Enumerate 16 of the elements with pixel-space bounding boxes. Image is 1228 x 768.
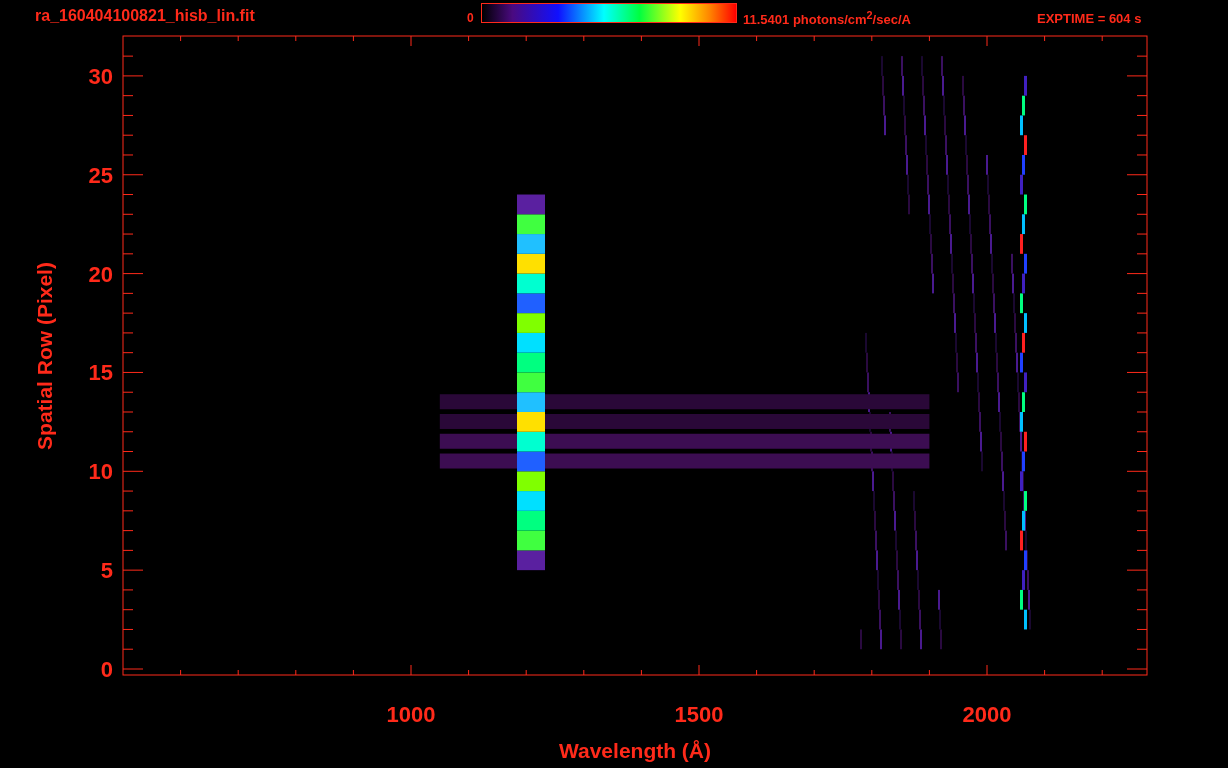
- x-tick-label: 2000: [962, 702, 1012, 727]
- y-tick-label: 5: [100, 558, 113, 584]
- colorbar-min-label: 0: [467, 10, 475, 25]
- y-tick-label: 10: [88, 459, 113, 485]
- y-tick-label: 15: [88, 360, 113, 386]
- file-title: ra_160404100821_hisb_lin.fit: [35, 7, 256, 25]
- x-tick-label: 1500: [674, 702, 724, 727]
- colorbar-max-label: 11.5401 photons/cm$^{2}$/sec/A: [743, 7, 912, 28]
- y-tick-label: 20: [88, 261, 113, 287]
- y-tick-label: 30: [88, 63, 113, 89]
- y-axis-title: Spatial Row (Pixel): [33, 262, 56, 450]
- x-axis-title: Wavelength (Å): [558, 739, 712, 762]
- y-tick-label: 0: [100, 657, 113, 682]
- x-tick-label: 1000: [386, 702, 436, 727]
- y-tick-label: 25: [88, 162, 113, 188]
- exposure-time: EXPTIME = 604 s: [1037, 9, 1142, 26]
